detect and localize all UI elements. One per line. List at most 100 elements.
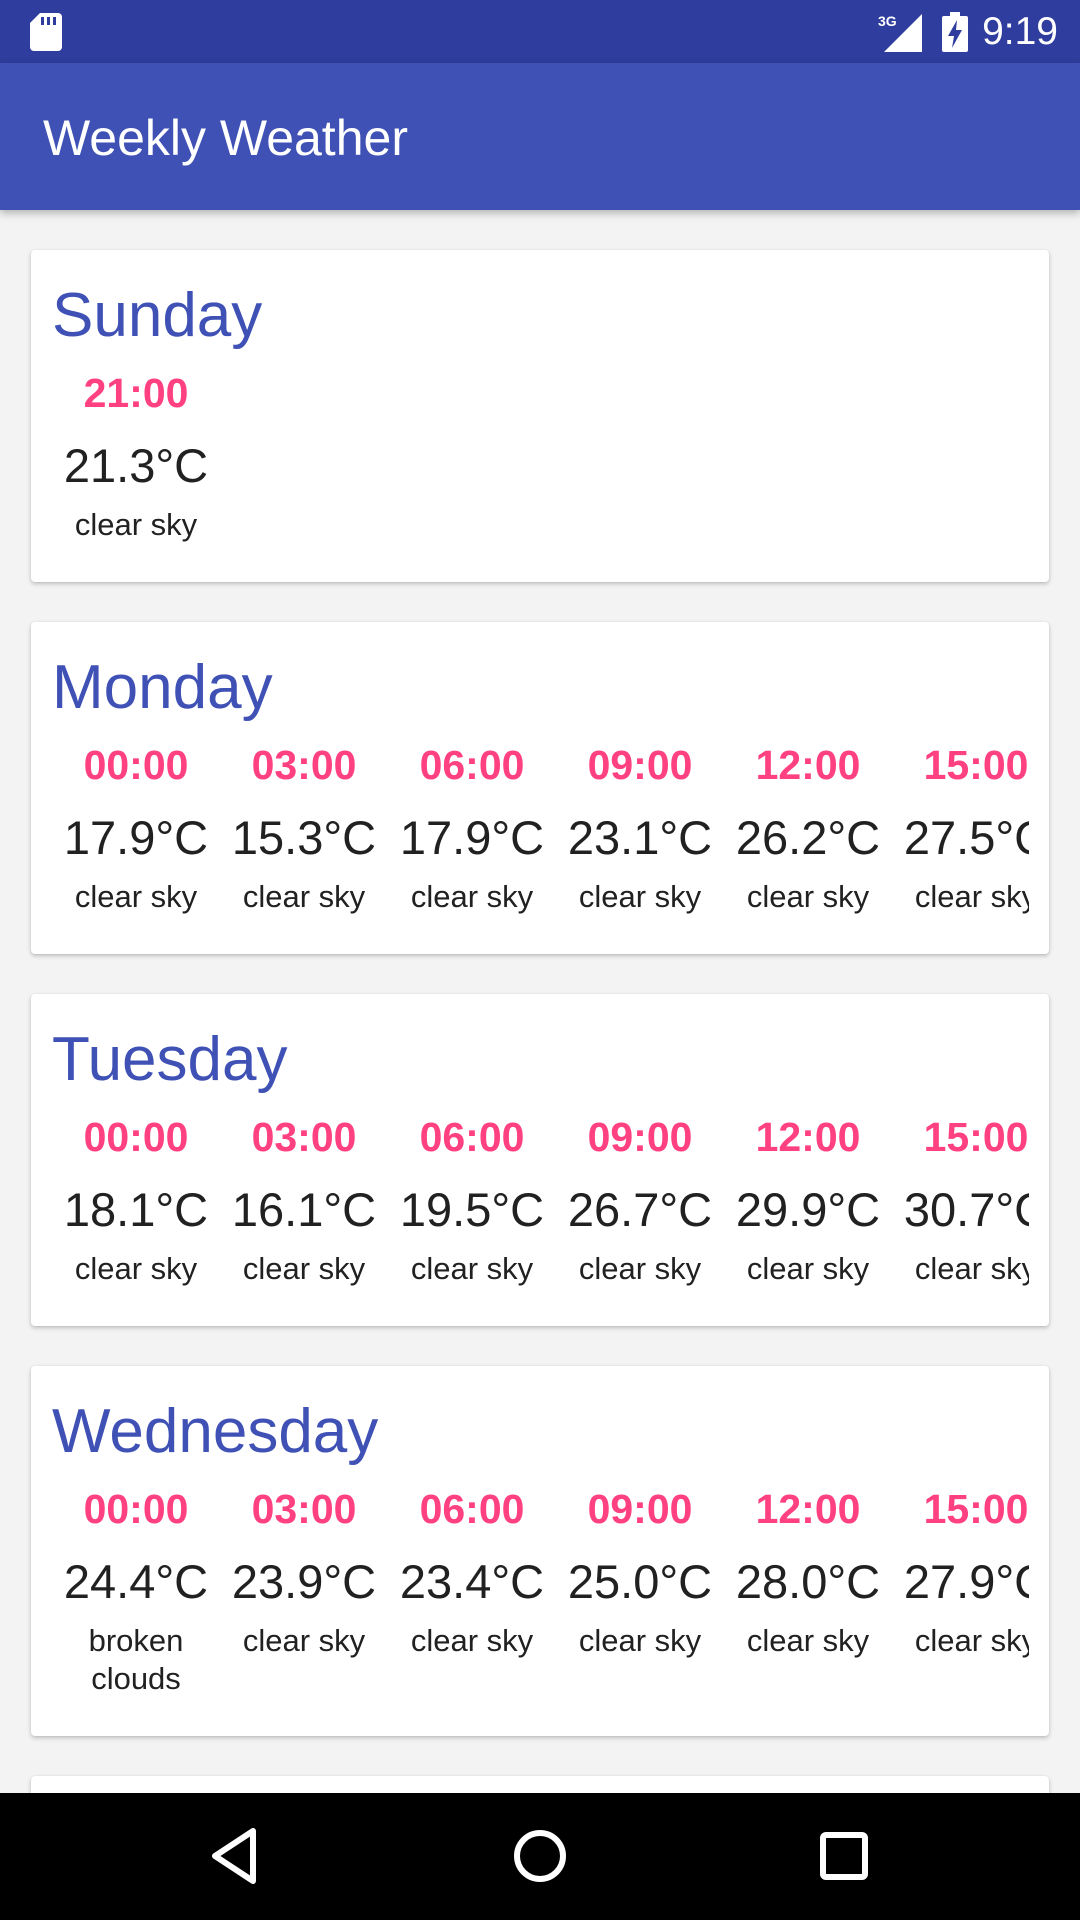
- forecast-slot: 00:00 17.9°C clear sky: [52, 740, 220, 916]
- forecast-temperature: 17.9°C: [63, 811, 209, 864]
- forecast-temperature: 27.5°C: [903, 811, 1029, 864]
- forecast-description: clear sky: [74, 879, 198, 914]
- day-title: Tuesday: [52, 1025, 288, 1094]
- forecast-temperature: 26.2°C: [735, 811, 881, 864]
- day-title: Wednesday: [52, 1397, 379, 1466]
- forecast-time: 09:00: [587, 1486, 693, 1532]
- forecast-time: 00:00: [83, 1114, 189, 1160]
- forecast-description: clear sky: [578, 1623, 702, 1658]
- forecast-description: clear sky: [914, 879, 1029, 914]
- forecast-description: clear sky: [746, 1251, 870, 1286]
- forecast-description: clear sky: [242, 879, 366, 914]
- forecast-slot: 09:00 26.7°C clear sky: [556, 1112, 724, 1288]
- forecast-slot: 12:00 28.0°C clear sky: [724, 1484, 892, 1660]
- forecast-time: 15:00: [923, 1486, 1029, 1532]
- forecast-time: 03:00: [251, 1486, 357, 1532]
- forecast-slot: 03:00 15.3°C clear sky: [220, 740, 388, 916]
- network-type-label: 3G: [878, 13, 897, 29]
- forecast-temperature: 23.4°C: [399, 1555, 545, 1608]
- forecast-description: clear sky: [914, 1251, 1029, 1286]
- forecast-temperature: 16.1°C: [231, 1183, 377, 1236]
- forecast-row[interactable]: 00:00 18.1°C clear sky 03:00 16.1°C clea…: [52, 1112, 1029, 1326]
- forecast-description: clear sky: [242, 1623, 366, 1658]
- forecast-description: clear sky: [410, 879, 534, 914]
- forecast-description: clear sky: [578, 1251, 702, 1286]
- forecast-temperature: 19.5°C: [399, 1183, 545, 1236]
- forecast-time: 09:00: [587, 1114, 693, 1160]
- forecast-slot: 00:00 18.1°C clear sky: [52, 1112, 220, 1288]
- forecast-slot: 12:00 26.2°C clear sky: [724, 740, 892, 916]
- forecast-temperature: 18.1°C: [63, 1183, 209, 1236]
- forecast-time: 03:00: [251, 742, 357, 788]
- forecast-slot: 15:00 30.7°C clear sky: [892, 1112, 1029, 1288]
- forecast-temperature: 21.3°C: [63, 439, 209, 492]
- forecast-row[interactable]: 00:00 17.9°C clear sky 03:00 15.3°C clea…: [52, 740, 1029, 954]
- forecast-slot: 09:00 25.0°C clear sky: [556, 1484, 724, 1660]
- forecast-slot: 06:00 23.4°C clear sky: [388, 1484, 556, 1660]
- forecast-description: clear sky: [746, 879, 870, 914]
- day-card-next: [31, 1776, 1049, 1793]
- forecast-temperature: 24.4°C: [63, 1555, 209, 1608]
- forecast-temperature: 28.0°C: [735, 1555, 881, 1608]
- forecast-description: clear sky: [242, 1251, 366, 1286]
- forecast-temperature: 23.9°C: [231, 1555, 377, 1608]
- forecast-description: clear sky: [410, 1251, 534, 1286]
- status-clock: 9:19: [982, 10, 1058, 53]
- home-icon[interactable]: [507, 1823, 573, 1889]
- forecast-row[interactable]: 00:00 24.4°C broken clouds 03:00 23.9°C …: [52, 1484, 1029, 1704]
- forecast-time: 06:00: [419, 1114, 525, 1160]
- app-title: Weekly Weather: [43, 110, 408, 166]
- forecast-temperature: 25.0°C: [567, 1555, 713, 1608]
- status-bar: 3G 9:19: [0, 0, 1080, 63]
- forecast-time: 00:00: [83, 742, 189, 788]
- forecast-slot: 06:00 17.9°C clear sky: [388, 740, 556, 916]
- forecast-slot: 00:00 24.4°C broken clouds: [52, 1484, 220, 1698]
- day-card-wednesday: Wednesday 00:00 24.4°C broken clouds 03:…: [31, 1366, 1049, 1736]
- forecast-temperature: 17.9°C: [399, 811, 545, 864]
- forecast-temperature: 15.3°C: [231, 811, 377, 864]
- day-card-monday: Monday 00:00 17.9°C clear sky 03:00 15.3…: [31, 622, 1049, 954]
- forecast-temperature: 27.9°C: [903, 1555, 1029, 1608]
- forecast-description: clear sky: [74, 507, 198, 542]
- forecast-list[interactable]: Sunday 21:00 21.3°C clear sky Monday 00:…: [0, 210, 1080, 1793]
- forecast-slot: 21:00 21.3°C clear sky: [52, 368, 220, 544]
- forecast-time: 06:00: [419, 742, 525, 788]
- forecast-temperature: 23.1°C: [567, 811, 713, 864]
- forecast-temperature: 29.9°C: [735, 1183, 881, 1236]
- day-card-tuesday: Tuesday 00:00 18.1°C clear sky 03:00 16.…: [31, 994, 1049, 1326]
- forecast-time: 15:00: [923, 1114, 1029, 1160]
- forecast-time: 03:00: [251, 1114, 357, 1160]
- forecast-description: clear sky: [410, 1623, 534, 1658]
- forecast-description: broken clouds: [88, 1623, 184, 1696]
- forecast-description: clear sky: [914, 1623, 1029, 1658]
- forecast-time: 12:00: [755, 742, 861, 788]
- forecast-time: 12:00: [755, 1114, 861, 1160]
- navigation-bar: [0, 1793, 1080, 1920]
- forecast-row[interactable]: 21:00 21.3°C clear sky: [52, 368, 1029, 582]
- app-bar: Weekly Weather: [0, 63, 1080, 210]
- day-title: Sunday: [52, 281, 263, 350]
- forecast-time: 00:00: [83, 1486, 189, 1532]
- forecast-description: clear sky: [578, 879, 702, 914]
- cellular-signal-icon: 3G: [878, 13, 922, 52]
- forecast-slot: 06:00 19.5°C clear sky: [388, 1112, 556, 1288]
- day-title: Monday: [52, 653, 273, 722]
- forecast-description: clear sky: [746, 1623, 870, 1658]
- forecast-slot: 03:00 23.9°C clear sky: [220, 1484, 388, 1660]
- forecast-slot: 03:00 16.1°C clear sky: [220, 1112, 388, 1288]
- day-card-sunday: Sunday 21:00 21.3°C clear sky: [31, 250, 1049, 582]
- sd-card-icon: [30, 13, 62, 51]
- forecast-time: 06:00: [419, 1486, 525, 1532]
- forecast-time: 12:00: [755, 1486, 861, 1532]
- forecast-slot: 15:00 27.5°C clear sky: [892, 740, 1029, 916]
- forecast-slot: 09:00 23.1°C clear sky: [556, 740, 724, 916]
- forecast-temperature: 30.7°C: [903, 1183, 1029, 1236]
- battery-charging-icon: [942, 12, 968, 52]
- forecast-time: 15:00: [923, 742, 1029, 788]
- forecast-description: clear sky: [74, 1251, 198, 1286]
- back-icon[interactable]: [203, 1823, 269, 1889]
- recents-icon[interactable]: [811, 1823, 877, 1889]
- forecast-temperature: 26.7°C: [567, 1183, 713, 1236]
- forecast-time: 09:00: [587, 742, 693, 788]
- forecast-time: 21:00: [83, 370, 189, 416]
